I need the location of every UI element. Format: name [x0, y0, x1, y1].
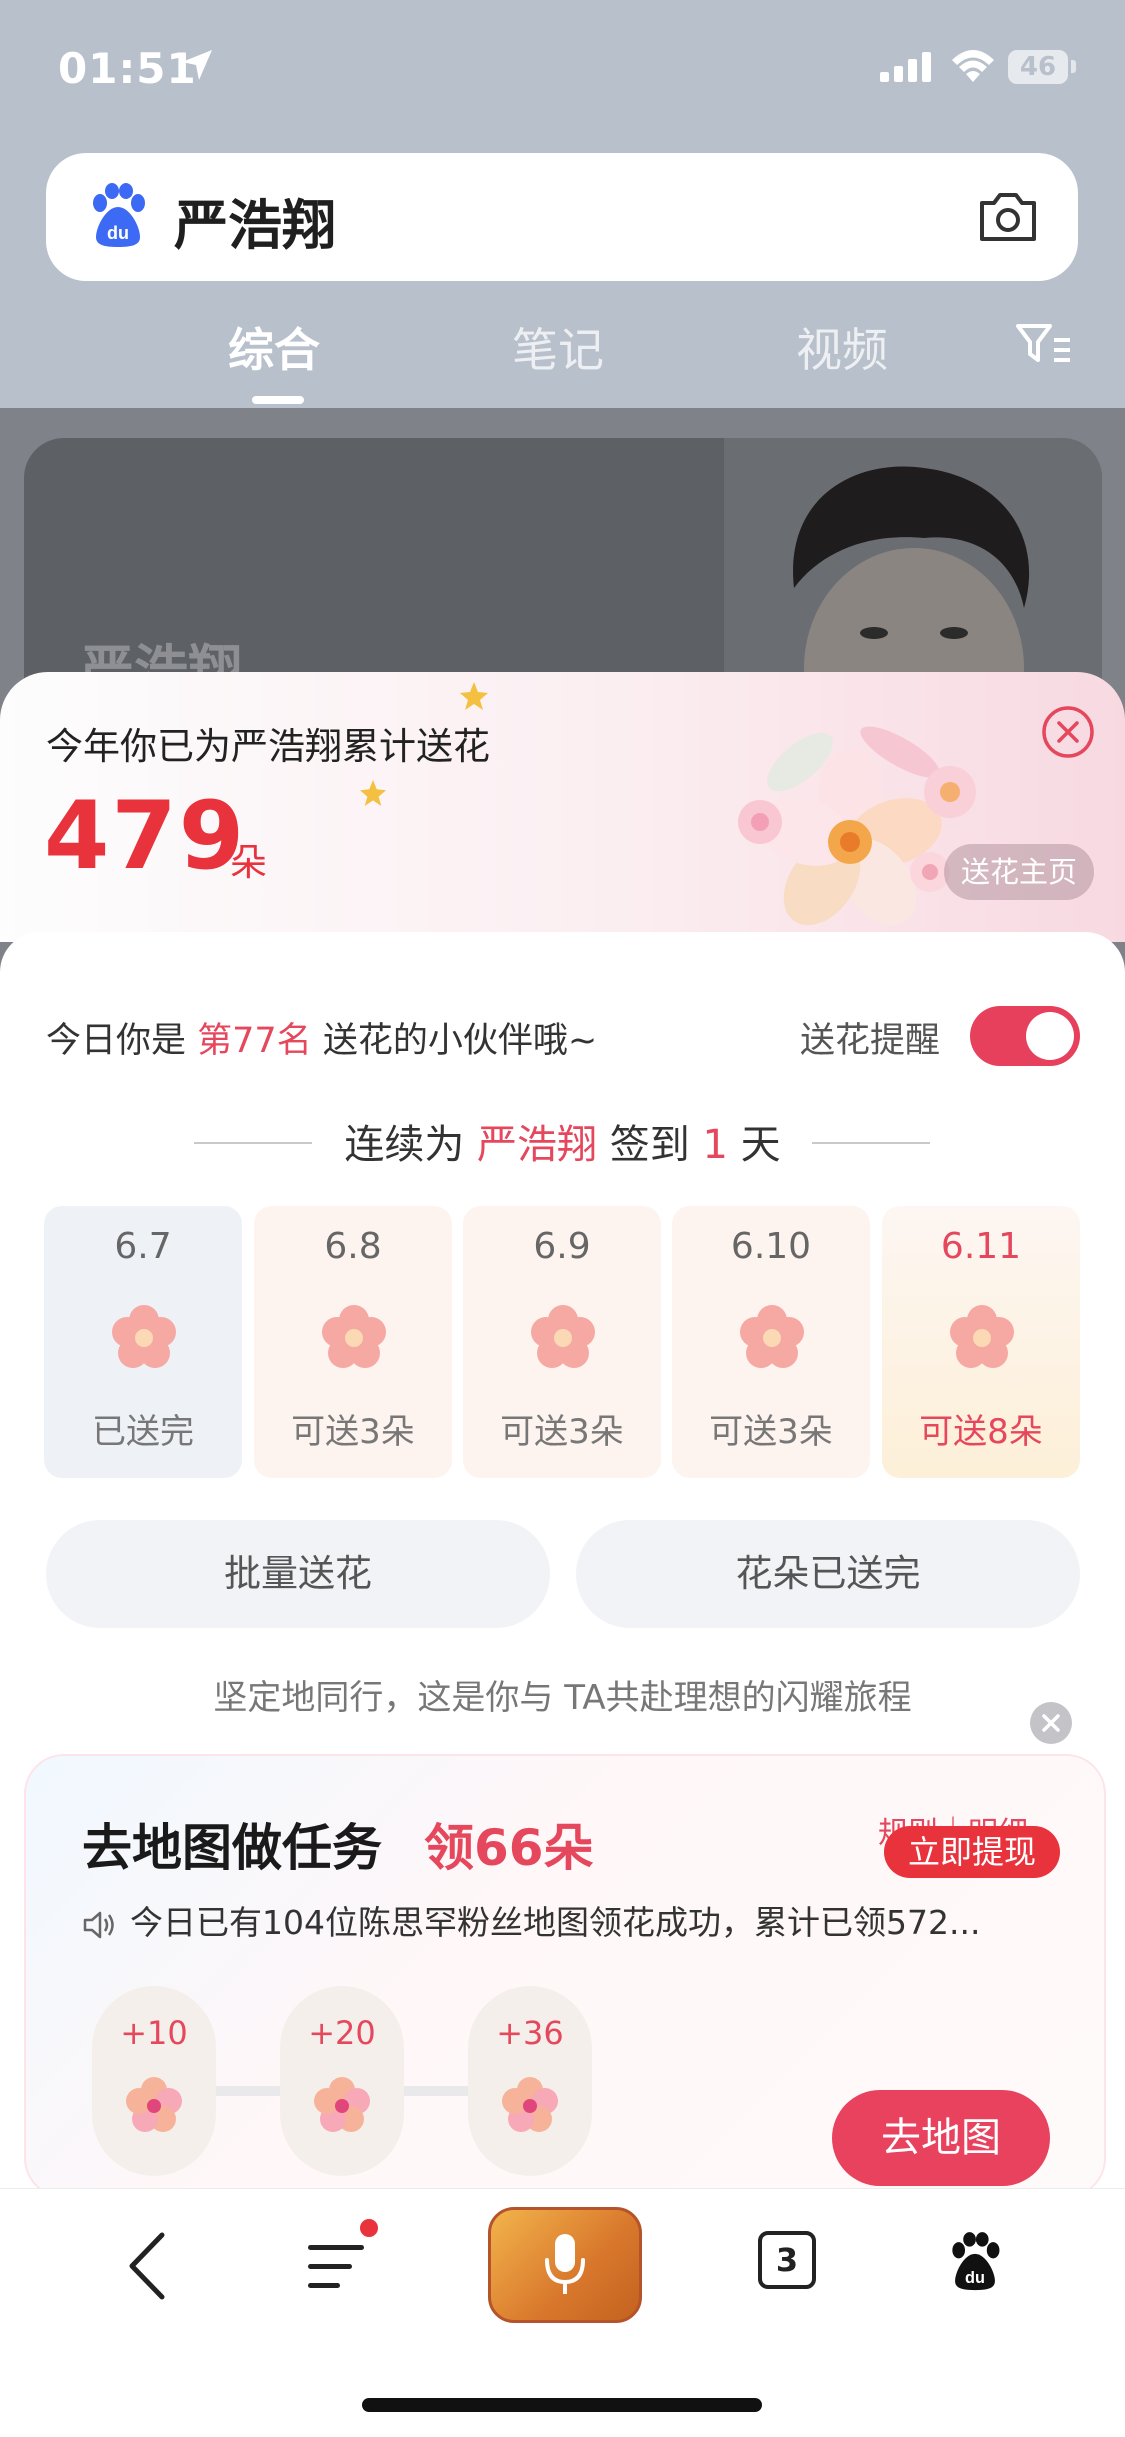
- day-status: 可送3朵: [500, 1412, 624, 1452]
- progress-connector: [216, 2086, 280, 2096]
- status-time: 01:51: [58, 44, 197, 93]
- search-input[interactable]: 严浩翔: [174, 181, 336, 260]
- top-header: 01:51 46 du 严浩翔 综合 笔记 视频: [0, 0, 1125, 408]
- flower-popup-body: 今日你是 第77名 送花的小伙伴哦~ 送花提醒 连续为 严浩翔 签到 1 天 6…: [0, 932, 1125, 2198]
- toggle-knob: [1026, 1012, 1074, 1060]
- home-indicator: [362, 2398, 762, 2412]
- daily-rank-text: 今日你是 第77名 送花的小伙伴哦~: [46, 1012, 597, 1063]
- flower-icon: [126, 2077, 182, 2132]
- day-status: 可送3朵: [709, 1412, 833, 1452]
- menu-icon[interactable]: [306, 2239, 366, 2295]
- flower-total-count: 479: [44, 782, 247, 891]
- popup-title: 今年你已为严浩翔累计送花: [46, 725, 490, 768]
- day-card[interactable]: 6.7 已送完: [44, 1206, 242, 1478]
- cellular-signal-icon: [880, 52, 931, 82]
- map-task-card: 去地图做任务 领66朵 规则｜明细 立即提现 今日已有104位陈思罕粉丝地图领花…: [24, 1754, 1106, 2198]
- withdraw-badge[interactable]: 立即提现: [884, 1826, 1060, 1878]
- step-value: +10: [120, 2014, 188, 2052]
- flower-icon: [112, 1305, 176, 1368]
- svg-text:du: du: [107, 223, 129, 243]
- flower-unit: 朵: [230, 841, 267, 884]
- streak-suffix: 天: [740, 1122, 781, 1168]
- day-status: 已送完: [92, 1412, 194, 1452]
- close-popup-icon[interactable]: [1040, 704, 1096, 760]
- tab-notes[interactable]: 笔记: [512, 314, 604, 380]
- rank-prefix: 今日你是: [46, 1021, 187, 1061]
- day-card[interactable]: 6.8 可送3朵: [254, 1206, 452, 1478]
- flower-home-button[interactable]: 送花主页: [944, 844, 1094, 900]
- flower-icon: [531, 1305, 595, 1368]
- go-map-button[interactable]: 去地图: [832, 2090, 1050, 2186]
- reminder-label: 送花提醒: [800, 1021, 941, 1061]
- tab-comprehensive[interactable]: 综合: [228, 314, 320, 380]
- day-card[interactable]: 6.9 可送3朵: [463, 1206, 661, 1478]
- tab-videos[interactable]: 视频: [796, 314, 888, 380]
- notification-dot: [360, 2219, 378, 2237]
- location-arrow-icon: [182, 50, 212, 80]
- daily-flower-list: 6.7 已送完 6.8 可送3朵 6.9 可送3朵 6.10 可送3朵 6.11…: [44, 1206, 1080, 1478]
- baidu-paw-logo-icon: du: [93, 183, 145, 247]
- flower-icon: [502, 2077, 558, 2132]
- streak-prefix: 连续为: [344, 1122, 465, 1168]
- flower-icon: [314, 2077, 370, 2132]
- day-date: 6.9: [533, 1226, 591, 1267]
- streak-middle: 签到: [609, 1122, 690, 1168]
- day-card-today[interactable]: 6.11 可送8朵: [882, 1206, 1080, 1478]
- svg-text:du: du: [965, 2269, 985, 2287]
- camera-icon[interactable]: [976, 189, 1040, 245]
- reminder-toggle[interactable]: [970, 1006, 1080, 1066]
- streak-days: 1: [702, 1122, 728, 1168]
- day-status: 可送8朵: [919, 1412, 1043, 1452]
- checkin-streak: 连续为 严浩翔 签到 1 天: [0, 1112, 1125, 1170]
- step-value: +36: [496, 2014, 564, 2052]
- battery-indicator: 46: [1008, 50, 1068, 84]
- task-step: +10: [92, 1986, 216, 2176]
- task-notice: 今日已有104位陈思罕粉丝地图领花成功，累计已领572...: [82, 1896, 980, 1944]
- notice-text: 今日已有104位陈思罕粉丝地图领花成功，累计已领572...: [130, 1903, 981, 1942]
- back-arrow-icon[interactable]: [124, 2231, 170, 2301]
- day-card[interactable]: 6.10 可送3朵: [672, 1206, 870, 1478]
- batch-send-button[interactable]: 批量送花: [46, 1520, 550, 1628]
- tabs-count-button[interactable]: 3: [758, 2231, 816, 2289]
- star-sparkle-icon: [460, 682, 488, 710]
- task-step: +36: [468, 1986, 592, 2176]
- result-tabs: 综合 笔记 视频: [0, 300, 1125, 404]
- day-date: 6.11: [940, 1226, 1022, 1267]
- task-title: 去地图做任务: [82, 1819, 382, 1877]
- microphone-icon: [545, 2234, 585, 2294]
- wifi-icon: [952, 50, 994, 82]
- step-value: +20: [308, 2014, 376, 2052]
- flower-bouquet-illustration: [738, 726, 976, 926]
- task-step: +20: [280, 1986, 404, 2176]
- day-date: 6.8: [324, 1226, 382, 1267]
- flower-icon: [950, 1305, 1014, 1368]
- status-bar: 01:51 46: [0, 0, 1125, 140]
- filter-icon[interactable]: [1014, 322, 1074, 366]
- flower-popup-header: 今年你已为严浩翔累计送花 479 朵 送花主页: [0, 672, 1125, 942]
- flower-icon: [740, 1305, 804, 1368]
- day-date: 6.10: [730, 1226, 812, 1267]
- voice-search-button[interactable]: [488, 2207, 642, 2323]
- streak-name: 严浩翔: [477, 1122, 598, 1168]
- task-reward: 领66朵: [424, 1819, 594, 1877]
- rank-value: 第77名: [197, 1021, 312, 1061]
- speaker-icon: [83, 1911, 114, 1938]
- star-sparkle-icon: [360, 780, 386, 806]
- battery-tip: [1071, 60, 1076, 73]
- day-status: 可送3朵: [291, 1412, 415, 1452]
- flower-icon: [322, 1305, 386, 1368]
- progress-connector: [404, 2086, 468, 2096]
- flowers-done-button[interactable]: 花朵已送完: [576, 1520, 1080, 1628]
- slogan-text: 坚定地同行，这是你与 TA共赴理想的闪耀旅程: [213, 1678, 912, 1718]
- baidu-home-icon[interactable]: du: [946, 2231, 1004, 2293]
- close-card-icon[interactable]: [1030, 1702, 1072, 1744]
- search-bar[interactable]: du 严浩翔: [46, 153, 1078, 281]
- rank-suffix: 送花的小伙伴哦~: [322, 1021, 598, 1061]
- tab-active-indicator: [252, 396, 304, 404]
- day-date: 6.7: [114, 1226, 172, 1267]
